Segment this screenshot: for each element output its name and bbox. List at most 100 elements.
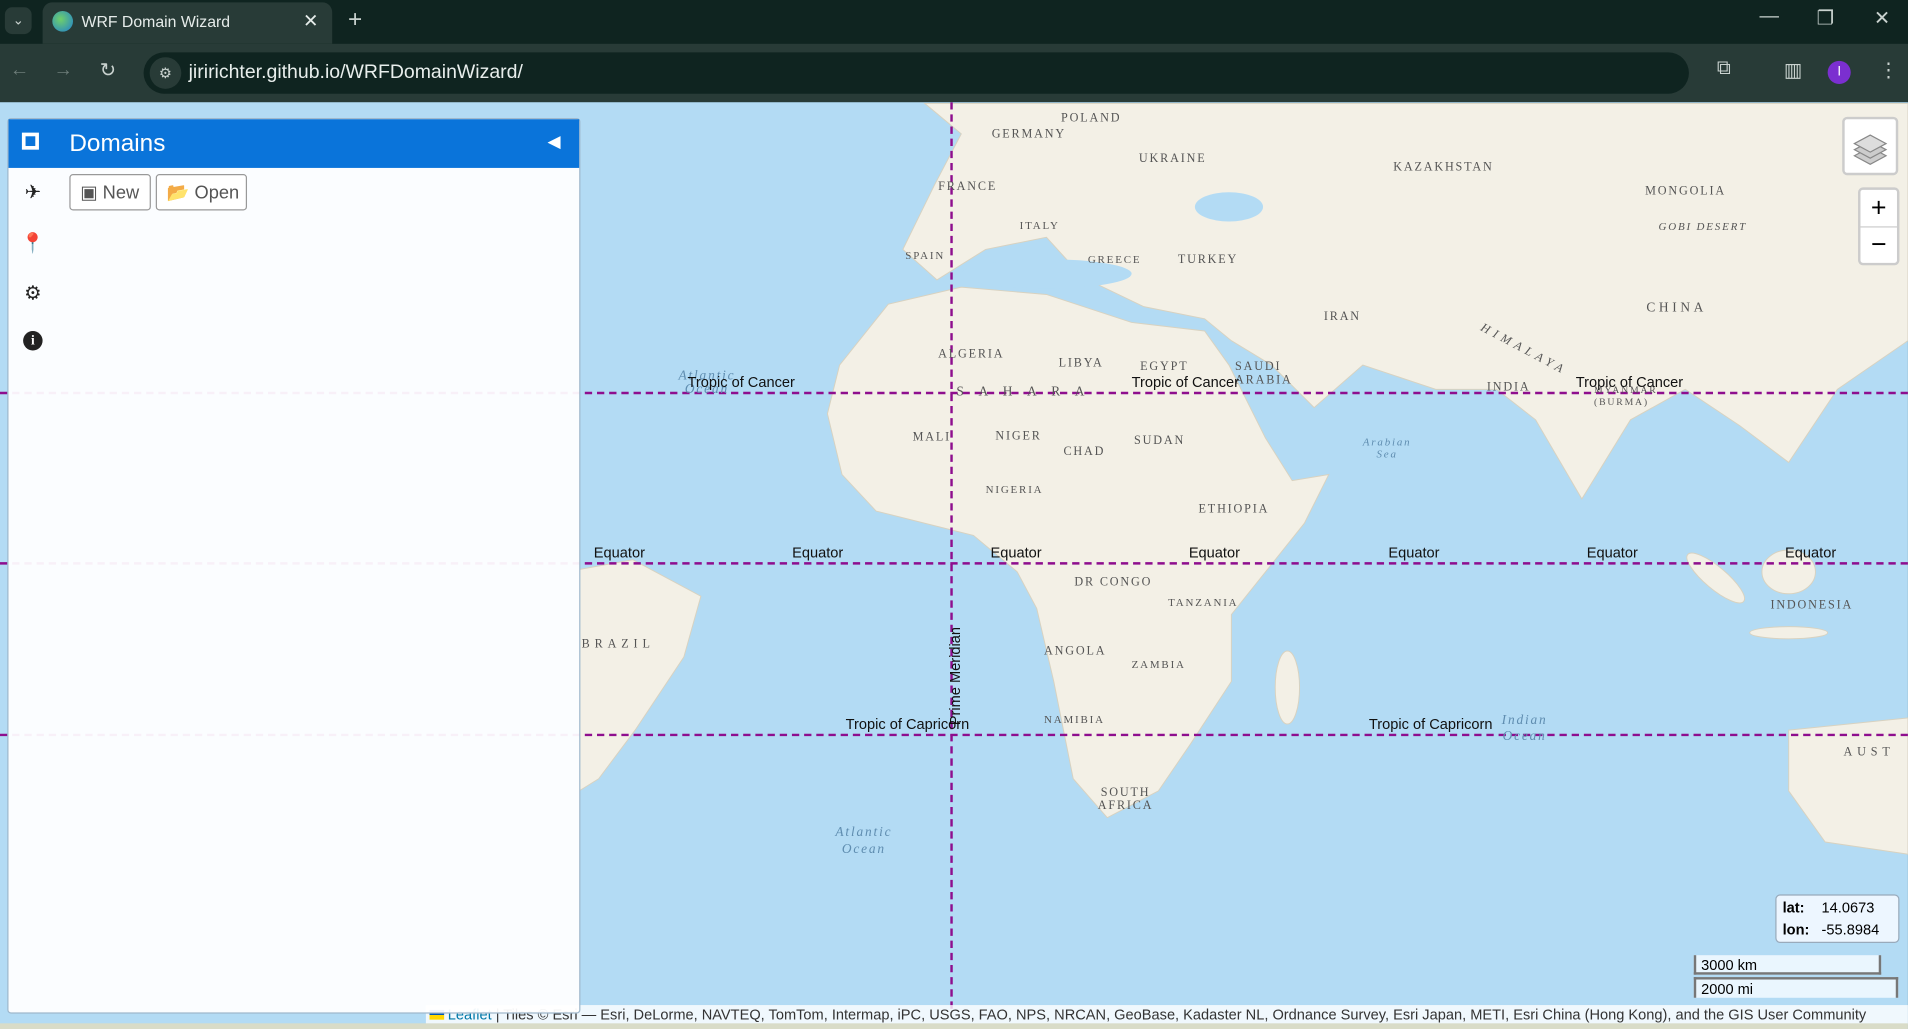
- minimize-button[interactable]: —: [1759, 6, 1778, 28]
- close-tab-icon[interactable]: ✕: [303, 10, 318, 32]
- browser-tab-bar: ⌄ WRF Domain Wizard ✕ + — ❐ ✕: [0, 0, 1908, 44]
- scale-imperial: 2000 mi: [1693, 977, 1899, 998]
- country-label: NIGERIA: [985, 483, 1044, 496]
- country-label: SPAIN: [905, 249, 946, 262]
- forward-icon[interactable]: →: [54, 60, 73, 82]
- country-label: AUST: [1843, 745, 1895, 760]
- region-label: SAHARA: [956, 384, 1100, 400]
- madagascar: [1274, 650, 1301, 725]
- map-marker-icon[interactable]: 📍: [21, 231, 45, 255]
- site-info-icon[interactable]: ⚙: [149, 57, 182, 89]
- equator-label: Equator: [1388, 543, 1440, 561]
- attribution-text: | Tiles © Esri — Esri, DeLorme, NAVTEQ, …: [495, 1006, 1867, 1024]
- country-label: POLAND: [1061, 111, 1122, 126]
- sumatra: [1686, 552, 1746, 604]
- equator-label: Equator: [990, 543, 1042, 561]
- country-label: ALGERIA: [938, 348, 1005, 362]
- reload-icon[interactable]: ↻: [100, 58, 116, 82]
- country-label: SOUTH AFRICA: [1097, 786, 1154, 813]
- country-label: NAMIBIA: [1044, 713, 1105, 726]
- equator-label: Equator: [1188, 543, 1240, 561]
- open-domain-button[interactable]: 📂 Open: [155, 174, 248, 211]
- close-window-button[interactable]: ✕: [1874, 6, 1890, 30]
- sea-label: Arabian Sea: [1362, 435, 1412, 460]
- profile-avatar[interactable]: I: [1827, 60, 1851, 84]
- sidebar-header: Domains ◀: [8, 119, 580, 168]
- country-label: DR CONGO: [1074, 575, 1153, 589]
- equator-label: Equator: [792, 543, 844, 561]
- country-label: SUDAN: [1134, 434, 1186, 448]
- domains-sidebar: Domains ◀ ✈ 📍 ⚙ i ▣ New 📂 Open: [7, 118, 581, 1014]
- layers-control[interactable]: [1842, 116, 1899, 176]
- attribution: Leaflet | Tiles © Esri — Esri, DeLorme, …: [425, 1005, 1908, 1025]
- cursor-coordinates: lat: 14.0673 lon: -55.8984: [1775, 894, 1900, 944]
- country-label: UKRAINE: [1138, 152, 1207, 166]
- country-label: FRANCE: [938, 180, 998, 194]
- country-label: NIGER: [995, 429, 1042, 443]
- tropic-of-cancer-label: Tropic of Cancer: [687, 373, 795, 391]
- country-label: SAUDI ARABIA: [1235, 360, 1293, 387]
- country-label: KAZAKHSTAN: [1393, 160, 1494, 175]
- side-panel-icon[interactable]: ▥: [1784, 58, 1802, 82]
- country-label: BRAZIL: [581, 637, 655, 651]
- country-label: INDONESIA: [1770, 598, 1854, 613]
- zoom-in-button[interactable]: +: [1860, 190, 1897, 228]
- country-label: MALI: [912, 430, 952, 445]
- country-label: ITALY: [1019, 219, 1060, 232]
- tropic-of-capricorn-label: Tropic of Capricorn: [1368, 715, 1493, 733]
- prime-meridian-label: Prime Meridian: [946, 627, 964, 726]
- region-label: GOBI DESERT: [1658, 220, 1748, 233]
- country-label: EGYPT: [1140, 360, 1189, 374]
- country-label: TURKEY: [1177, 253, 1239, 267]
- country-label: IRAN: [1323, 310, 1361, 324]
- australia-landmass: [1788, 717, 1908, 855]
- info-icon[interactable]: i: [23, 330, 43, 351]
- zoom-out-button[interactable]: −: [1860, 228, 1897, 265]
- ocean-label: Indian Ocean: [1501, 713, 1548, 744]
- back-icon[interactable]: ←: [10, 60, 29, 82]
- country-label: CHINA: [1646, 300, 1707, 316]
- satellite-icon[interactable]: ✈: [21, 180, 45, 204]
- gear-icon[interactable]: ⚙: [21, 281, 45, 305]
- black-sea: [1194, 192, 1264, 222]
- country-label: ETHIOPIA: [1198, 502, 1270, 516]
- equator-label: Equator: [593, 543, 645, 561]
- country-label: LIBYA: [1058, 356, 1104, 370]
- new-tab-button[interactable]: +: [348, 6, 362, 34]
- address-bar[interactable]: ⚙ jiririchter.github.io/WRFDomainWizard/: [143, 52, 1689, 94]
- tab-title: WRF Domain Wizard: [81, 12, 231, 31]
- globe-favicon-icon: [52, 10, 74, 32]
- equator-label: Equator: [1785, 543, 1837, 561]
- java: [1749, 626, 1829, 640]
- lon-value: -55.8984: [1821, 921, 1880, 939]
- collapse-panel-button[interactable]: ◀: [548, 131, 561, 152]
- country-label: ZAMBIA: [1131, 658, 1186, 671]
- domains-icon: [21, 132, 39, 150]
- ocean-label: Atlantic Ocean: [835, 824, 893, 857]
- country-label: GERMANY: [991, 127, 1066, 142]
- url-text[interactable]: jiririchter.github.io/WRFDomainWizard/: [189, 62, 523, 84]
- prime-meridian-line: [950, 102, 953, 1009]
- country-label: ANGOLA: [1044, 644, 1107, 659]
- menu-icon[interactable]: ⋮: [1879, 58, 1898, 82]
- tropic-of-cancer-label: Tropic of Cancer: [1575, 373, 1684, 391]
- new-icon: ▣: [80, 182, 98, 204]
- country-label: GREECE: [1087, 253, 1142, 266]
- equator-label: Equator: [1586, 543, 1638, 561]
- country-label: INDIA: [1486, 380, 1531, 395]
- browser-tab[interactable]: WRF Domain Wizard ✕: [42, 2, 333, 44]
- scale-metric: 3000 km: [1693, 955, 1882, 975]
- new-label: New: [102, 182, 140, 204]
- layers-icon: [1853, 134, 1888, 165]
- country-label: CHAD: [1063, 445, 1106, 459]
- tab-search-button[interactable]: ⌄: [4, 7, 32, 35]
- new-domain-button[interactable]: ▣ New: [69, 174, 151, 211]
- panel-title: Domains: [69, 130, 166, 157]
- south-america-landmass: [578, 559, 702, 792]
- zoom-control: + −: [1858, 187, 1900, 266]
- extensions-icon[interactable]: ⧉: [1717, 58, 1731, 80]
- country-label: TANZANIA: [1168, 596, 1239, 609]
- open-label: Open: [194, 182, 240, 204]
- restore-button[interactable]: ❐: [1817, 6, 1834, 30]
- page-bottom-strip: [0, 1023, 1908, 1029]
